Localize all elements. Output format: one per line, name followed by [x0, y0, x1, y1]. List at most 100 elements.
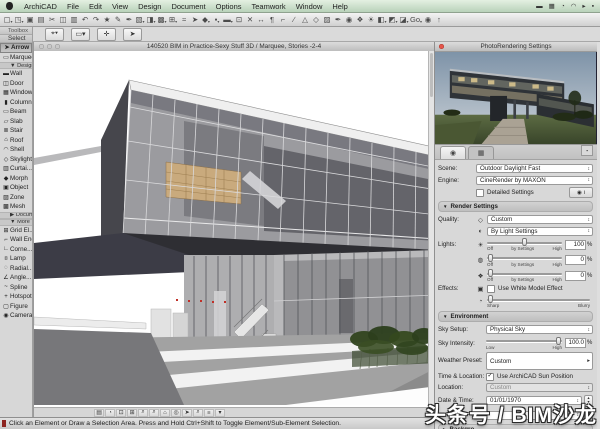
sun-position-checkbox[interactable] [486, 373, 494, 381]
stamp-icon[interactable]: ▨ [322, 14, 333, 25]
fit-width-icon[interactable]: ↔ [256, 14, 267, 25]
zoom-window-icon[interactable] [55, 44, 60, 49]
engine-select[interactable]: CineRender by MAXON [476, 176, 593, 185]
quick-select-button[interactable]: ✛ [97, 28, 116, 41]
slider-thumb[interactable] [488, 269, 493, 277]
selection-style-button[interactable]: ▭▾ [71, 28, 90, 41]
battery-icon[interactable]: ▬ [536, 3, 543, 10]
go-dropdown[interactable]: Go▾ [410, 14, 423, 25]
slider-thumb[interactable] [556, 337, 561, 345]
redline-icon[interactable]: ✒ [333, 14, 344, 25]
zoom-out-icon[interactable]: ⌕ [138, 409, 148, 417]
redo-icon[interactable]: ↷ [91, 14, 102, 25]
slider-thumb[interactable] [488, 295, 493, 303]
layout-view-icon[interactable]: ◪▾ [399, 14, 410, 25]
vegetation[interactable] [350, 326, 428, 369]
menu-archicad[interactable]: ArchiCAD [19, 2, 62, 11]
marker-red-icon[interactable]: ✒ [124, 14, 135, 25]
3d-model-canvas[interactable] [34, 51, 428, 407]
print-icon[interactable]: ▤ [36, 14, 47, 25]
sun-study-icon[interactable]: ☀ [366, 14, 377, 25]
dot-tool-icon[interactable]: ▪▾ [212, 14, 223, 25]
menu-document[interactable]: Document [166, 2, 210, 11]
select-mode-icon[interactable]: ➤ [182, 409, 192, 417]
play-status-icon[interactable]: ▸ [582, 2, 585, 10]
slider-thumb[interactable] [522, 238, 527, 246]
menu-window[interactable]: Window [291, 2, 328, 11]
light-slider[interactable]: Offby SettingsHigh [487, 254, 562, 267]
select-arrow-icon[interactable]: ➤ [190, 14, 201, 25]
panel-title-bar[interactable]: PhotoRendering Settings [435, 42, 597, 52]
weather-preset-button[interactable]: Custom [486, 352, 593, 370]
light-slider[interactable]: Offby SettingsHigh [487, 269, 562, 282]
apple-menu-icon[interactable] [6, 2, 13, 10]
views-icon[interactable]: ◨▾ [146, 14, 157, 25]
pen-red-icon[interactable]: ✎ [113, 14, 124, 25]
close-panel-icon[interactable] [439, 44, 444, 49]
save-icon[interactable]: ▣ [25, 14, 36, 25]
minimize-window-icon[interactable] [47, 44, 52, 49]
sky-intensity-slider[interactable]: LowHigh [486, 337, 562, 350]
spotlight-icon[interactable]: ▪ [592, 3, 594, 10]
cut-icon[interactable]: ✂ [47, 14, 58, 25]
shapes-icon[interactable]: ◆▾ [201, 14, 212, 25]
slider-thumb[interactable] [488, 254, 493, 262]
menu-file[interactable]: File [62, 2, 84, 11]
display-icon[interactable]: ▦ [549, 2, 555, 10]
new-file-icon[interactable]: ▢▾ [3, 14, 14, 25]
light-quality-select[interactable]: By Light Settings [487, 227, 593, 236]
brush-icon[interactable]: ❖ [355, 14, 366, 25]
panel-menu-button[interactable]: ▪ [581, 145, 593, 156]
view-3d-icon[interactable]: ◧▾ [377, 14, 388, 25]
globe-icon[interactable]: ◉ [344, 14, 355, 25]
polygon-tool-icon[interactable]: ◇ [311, 14, 322, 25]
menu-view[interactable]: View [107, 2, 133, 11]
menu-options[interactable]: Options [211, 2, 247, 11]
undo-icon[interactable]: ↶ [80, 14, 91, 25]
materials-icon[interactable]: ▩▾ [157, 14, 168, 25]
favorites-icon[interactable]: ★ [102, 14, 113, 25]
menu-edit[interactable]: Edit [84, 2, 107, 11]
copy-icon[interactable]: ◫ [58, 14, 69, 25]
close-window-icon[interactable] [39, 44, 44, 49]
corner-tool-icon[interactable]: ⌐ [278, 14, 289, 25]
spline-icon[interactable]: ≈ [179, 14, 190, 25]
clock-icon[interactable]: ◔ [561, 3, 565, 10]
zoom-in-icon[interactable]: ⊞ [127, 409, 137, 417]
detailed-settings-checkbox[interactable] [476, 189, 484, 197]
quick-options-icon[interactable]: ▤ [94, 409, 104, 417]
magnify-icon[interactable]: ⌕ [149, 409, 159, 417]
fit-in-window-icon[interactable]: ⊡ [116, 409, 126, 417]
find-icon[interactable]: ⌕ [193, 409, 203, 417]
more-nav-icon[interactable]: ▾ [215, 409, 225, 417]
menu-design[interactable]: Design [133, 2, 166, 11]
close-window-icon[interactable]: ✕ [245, 14, 256, 25]
quality-select[interactable]: Custom [487, 215, 593, 224]
arrow-mode-button[interactable]: ➤ [123, 28, 142, 41]
menu-teamwork[interactable]: Teamwork [247, 2, 291, 11]
text-tool-icon[interactable]: ¶ [267, 14, 278, 25]
eye-icon[interactable]: ◉ [423, 14, 434, 25]
white-model-checkbox[interactable] [487, 285, 495, 293]
light-value-field[interactable]: 100 [565, 240, 586, 250]
render-settings-header[interactable]: ▼ Render Settings [438, 201, 593, 212]
open-file-icon[interactable]: ◳▾ [14, 14, 25, 25]
blurriness-slider[interactable]: SharpBlurry [487, 295, 590, 308]
wall-tool-icon[interactable]: ▬▾ [223, 14, 234, 25]
light-value-field[interactable]: 0 [565, 271, 586, 281]
line-tool-icon[interactable]: ∕ [289, 14, 300, 25]
triangle-tool-icon[interactable]: △ [300, 14, 311, 25]
light-slider[interactable]: Offby SettingsHigh [487, 238, 562, 251]
light-value-field[interactable]: 0 [565, 255, 586, 265]
home-view-icon[interactable]: ⌂ [160, 409, 170, 417]
scene-select[interactable]: Outdoor Daylight Fast [476, 164, 593, 173]
grid-snap-icon[interactable]: ⊞▾ [168, 14, 179, 25]
cinerender-info-button[interactable]: ◉ i [569, 187, 593, 198]
wifi-icon[interactable]: ◠ [571, 2, 577, 10]
sky-intensity-field[interactable]: 100.0 [565, 338, 586, 348]
walk-mode-icon[interactable]: ↑ [434, 14, 445, 25]
orbit-icon[interactable]: ◔ [105, 409, 115, 417]
scale-menu-icon[interactable]: ≡ [204, 409, 214, 417]
sky-setup-select[interactable]: Physical Sky [486, 325, 593, 334]
building-cantilever[interactable] [34, 80, 428, 279]
